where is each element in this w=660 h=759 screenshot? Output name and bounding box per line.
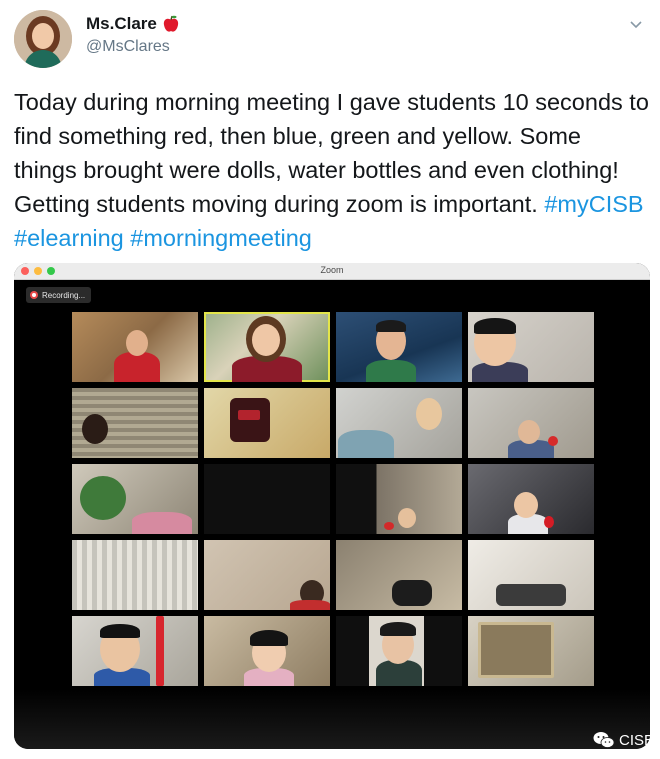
participant-tile (72, 312, 198, 382)
participant-tile (72, 464, 198, 534)
participant-tile (204, 540, 330, 610)
tweet-text: Today during morning meeting I gave stud… (14, 85, 650, 255)
bottom-shadow (14, 689, 650, 749)
active-speaker-tile (204, 312, 330, 382)
zoom-window-title: Zoom (320, 265, 344, 275)
participant-tile (468, 464, 594, 534)
recording-label: Recording... (42, 290, 86, 300)
avatar-image (14, 10, 72, 68)
participant-tile (204, 388, 330, 458)
wechat-watermark: CISB (593, 731, 654, 749)
participant-tile (336, 464, 462, 534)
zoom-screenshot[interactable]: Zoom Recording... (14, 263, 650, 749)
recording-indicator: Recording... (26, 287, 92, 303)
participant-tile (336, 388, 462, 458)
author-name[interactable]: Ms.Clare (86, 14, 157, 34)
participant-tile (468, 616, 594, 686)
chevron-down-icon[interactable] (628, 16, 644, 32)
participant-tile (72, 388, 198, 458)
participant-tile (336, 616, 462, 686)
participant-tile (468, 540, 594, 610)
author-handle[interactable]: @MsClares (86, 38, 170, 56)
participant-tile (204, 616, 330, 686)
author-avatar[interactable] (14, 10, 72, 68)
participant-tile (336, 540, 462, 610)
participant-tile (204, 464, 330, 534)
wechat-icon (593, 732, 615, 748)
watermark-label: CISB (618, 731, 654, 749)
participant-tile (468, 388, 594, 458)
participant-gallery (72, 312, 594, 688)
participant-tile (72, 540, 198, 610)
participant-tile (336, 312, 462, 382)
participant-tile (468, 312, 594, 382)
record-icon (30, 291, 38, 299)
participant-tile (72, 616, 198, 686)
author-name-row: Ms.Clare (86, 14, 179, 34)
red-apple-icon (163, 15, 179, 32)
zoom-titlebar: Zoom (14, 263, 650, 280)
